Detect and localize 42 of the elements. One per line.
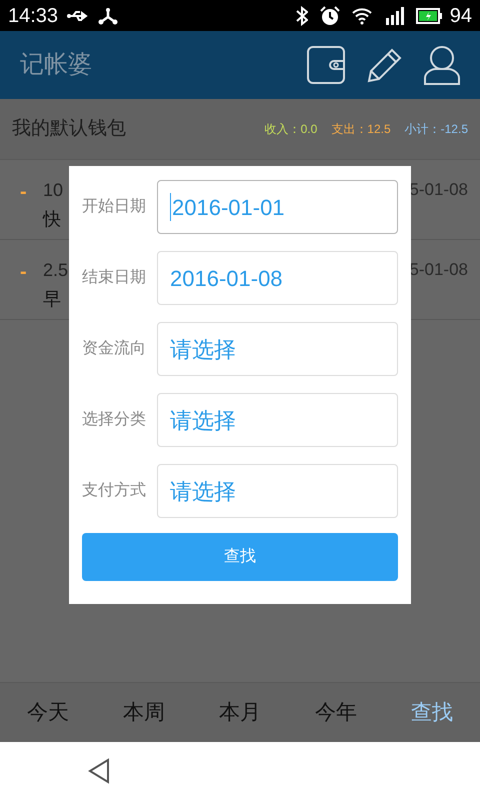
wallet-icon[interactable] (306, 45, 346, 85)
search-button[interactable]: 查找 (82, 533, 398, 581)
wallet-name: 我的默认钱包 (12, 116, 127, 141)
field-label: 支付方式 (82, 480, 147, 501)
share-icon (98, 6, 118, 24)
bluetooth-icon (296, 6, 308, 26)
summary-amount: 支出：12.5 (331, 121, 391, 138)
record-date: 5-01-08 (409, 179, 468, 201)
person-icon[interactable] (424, 45, 460, 85)
input-field[interactable]: 请选择 (157, 464, 398, 518)
record-category: 快 (43, 208, 61, 231)
field-label: 选择分类 (82, 410, 147, 430)
field-label: 结束日期 (82, 268, 147, 288)
back-icon[interactable] (88, 758, 110, 784)
record-date: 5-01-08 (409, 259, 468, 281)
alarm-icon (320, 6, 340, 26)
input-field[interactable]: 请选择 (157, 322, 398, 376)
input-field[interactable]: 请选择 (157, 393, 398, 447)
bottom-tab[interactable]: 查找 (411, 696, 453, 728)
pencil-icon[interactable] (366, 46, 404, 84)
usb-icon (66, 8, 90, 22)
bottom-tab[interactable]: 本周 (123, 696, 165, 728)
summary-amount: 收入：0.0 (264, 121, 318, 138)
expense-sign: - (20, 180, 28, 205)
input-field[interactable]: 2016-01-08 (157, 251, 398, 305)
bottom-tab[interactable]: 今天 (27, 696, 69, 728)
status-time: 14:33 (8, 4, 58, 28)
battery-icon (416, 8, 442, 24)
record-amount: 2.5 (43, 259, 68, 282)
bottom-tab[interactable]: 本月 (219, 696, 261, 728)
signal-icon (384, 6, 404, 24)
wifi-icon (352, 6, 372, 24)
expense-sign: - (20, 260, 28, 285)
record-category: 早 (43, 288, 61, 311)
field-label: 开始日期 (82, 197, 147, 217)
bottom-tab[interactable]: 今年 (315, 696, 357, 728)
field-label: 资金流向 (82, 338, 147, 359)
summary-amount: 小计：-12.5 (404, 121, 468, 138)
record-amount: 10 (43, 179, 64, 202)
battery-level: 94 (450, 4, 472, 28)
app-title: 记帐婆 (20, 50, 93, 80)
input-field[interactable]: 2016-01-01 (157, 180, 398, 234)
